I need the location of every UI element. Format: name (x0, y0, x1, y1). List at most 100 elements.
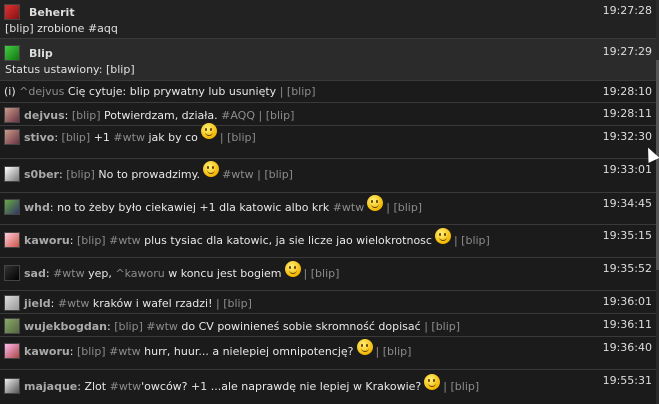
message-text: Potwierdzam, działa. (104, 108, 218, 122)
author-name[interactable]: Beherit (29, 6, 75, 19)
source-tag[interactable]: [blip] (431, 320, 460, 333)
message-text: 'owców? +1 ...ale naprawdę nie lepiej w … (141, 379, 422, 393)
source-tag[interactable]: [blip] (266, 109, 295, 122)
user-avatar-icon[interactable] (4, 378, 20, 394)
user-avatar-icon[interactable] (4, 199, 20, 215)
mention-link[interactable]: ^dejvus (19, 85, 64, 98)
message-row: sad: #wtw yep, ^kaworu w koncu jest bogi… (0, 258, 656, 291)
source-tag[interactable]: [blip] (114, 320, 143, 333)
hashtag-link[interactable]: #wtw (333, 201, 365, 214)
timestamp: 19:32:30 (602, 130, 652, 143)
hashtag-link[interactable]: #AQQ (221, 109, 255, 122)
message-row: Blip 19:27:29 Status ustawiony: [blip] (0, 39, 656, 81)
message-row: kaworu: [blip] #wtw hurr, huur... a niel… (0, 337, 656, 370)
smiley-emoticon-icon (424, 374, 441, 390)
mention-link[interactable]: ^kaworu (115, 267, 164, 280)
timestamp: 19:36:11 (602, 318, 652, 331)
user-avatar-icon[interactable] (4, 45, 20, 61)
message-text: [blip] zrobione #aqq (5, 22, 118, 35)
separator: | (303, 266, 308, 280)
user-avatar-icon[interactable] (4, 129, 20, 145)
separator: | (424, 319, 428, 333)
smiley-emoticon-icon (356, 339, 373, 355)
hashtag-link[interactable]: #wtw (58, 297, 90, 310)
message-text: hurr, huur... a nielepiej omnipotencję? (144, 344, 354, 358)
timestamp: 19:36:01 (602, 295, 652, 308)
source-tag[interactable]: [blip] (393, 201, 422, 214)
user-avatar-icon[interactable] (4, 4, 20, 20)
timestamp: 19:55:31 (602, 374, 652, 387)
timestamp: 19:35:52 (602, 262, 652, 275)
message-text: jak by co (148, 130, 198, 144)
smiley-emoticon-icon (367, 195, 384, 211)
hashtag-link[interactable]: #wtw (146, 320, 178, 333)
author-name[interactable]: whd (24, 201, 50, 214)
smiley-emoticon-icon (203, 161, 220, 177)
user-avatar-icon[interactable] (4, 166, 20, 182)
timestamp: 19:35:15 (602, 229, 652, 242)
source-tag[interactable]: [blip] (451, 380, 480, 393)
author-name[interactable]: majaque (24, 380, 77, 393)
author-name[interactable]: wujekbogdan (24, 320, 107, 333)
hashtag-link[interactable]: #wtw (109, 234, 141, 247)
hashtag-link[interactable]: #wtw (109, 345, 141, 358)
author-name[interactable]: s0ber (24, 168, 59, 181)
user-avatar-icon[interactable] (4, 232, 20, 248)
timestamp: 19:27:28 (602, 4, 652, 17)
source-tag[interactable]: [blip] (383, 345, 412, 358)
smiley-emoticon-icon (284, 261, 301, 277)
separator: | (258, 108, 263, 122)
timestamp: 19:33:01 (602, 163, 652, 176)
source-tag[interactable]: [blip] (72, 109, 101, 122)
message-row: Beherit 19:27:28 [blip] zrobione #aqq (0, 0, 656, 39)
user-avatar-icon[interactable] (4, 343, 20, 359)
hashtag-link[interactable]: #wtw (113, 131, 145, 144)
separator: | (257, 167, 261, 181)
author-name[interactable]: kaworu (24, 234, 70, 247)
message-text: Status ustawiony: [blip] (5, 63, 135, 76)
message-row: jield: #wtw kraków i wafel rzadzi! | [bl… (0, 291, 656, 314)
separator: | (443, 379, 447, 393)
message-row: majaque: Zlot #wtw'owców? +1 ...ale napr… (0, 370, 656, 404)
source-tag[interactable]: [blip] (62, 131, 91, 144)
message-text: w koncu jest bogiem (168, 266, 282, 280)
author-name[interactable]: jield (24, 297, 51, 310)
source-tag[interactable]: [blip] (461, 234, 490, 247)
hashtag-link[interactable]: #wtw (110, 380, 142, 393)
source-tag[interactable]: [blip] (66, 168, 95, 181)
hashtag-link[interactable]: #wtw (53, 267, 85, 280)
author-name[interactable]: Blip (29, 47, 53, 60)
message-feed: Beherit 19:27:28 [blip] zrobione #aqq Bl… (0, 0, 656, 404)
source-tag[interactable]: [blip] (287, 85, 316, 98)
message-row: s0ber: [blip] No to prowadzimy. #wtw | [… (0, 159, 656, 193)
user-avatar-icon[interactable] (4, 295, 20, 311)
timestamp: 19:28:11 (602, 107, 652, 120)
author-name[interactable]: kaworu (24, 345, 70, 358)
user-avatar-icon[interactable] (4, 265, 20, 281)
source-tag[interactable]: [blip] (227, 131, 256, 144)
hashtag-link[interactable]: #wtw (222, 168, 254, 181)
message-row: stivo: [blip] +1 #wtw jak by co | [blip]… (0, 123, 656, 159)
separator: | (453, 233, 458, 247)
timestamp: 19:27:29 (602, 45, 652, 58)
user-avatar-icon[interactable] (4, 318, 20, 334)
user-avatar-icon[interactable] (4, 107, 20, 123)
source-tag[interactable]: [blip] (264, 168, 293, 181)
author-name[interactable]: stivo (24, 131, 54, 144)
source-tag[interactable]: [blip] (77, 234, 106, 247)
source-tag[interactable]: [blip] (77, 345, 106, 358)
message-text: no to żeby było ciekawiej +1 dla katowic… (57, 200, 330, 214)
smiley-emoticon-icon (434, 228, 451, 244)
message-row: wujekbogdan: [blip] #wtw do CV powiniene… (0, 314, 656, 337)
author-name[interactable]: dejvus (24, 109, 65, 122)
author-name[interactable]: sad (24, 267, 46, 280)
separator: | (215, 296, 220, 310)
timestamp: 19:34:45 (602, 197, 652, 210)
message-row: dejvus: [blip] Potwierdzam, działa. #AQQ… (0, 103, 656, 126)
message-row: whd: no to żeby było ciekawiej +1 dla ka… (0, 193, 656, 225)
message-text: do CV powinieneś sobie skromność dopisać (181, 319, 421, 333)
source-tag[interactable]: [blip] (223, 297, 252, 310)
timestamp: 19:36:40 (602, 341, 652, 354)
message-text: kraków i wafel rzadzi! (92, 296, 213, 310)
source-tag[interactable]: [blip] (311, 267, 340, 280)
